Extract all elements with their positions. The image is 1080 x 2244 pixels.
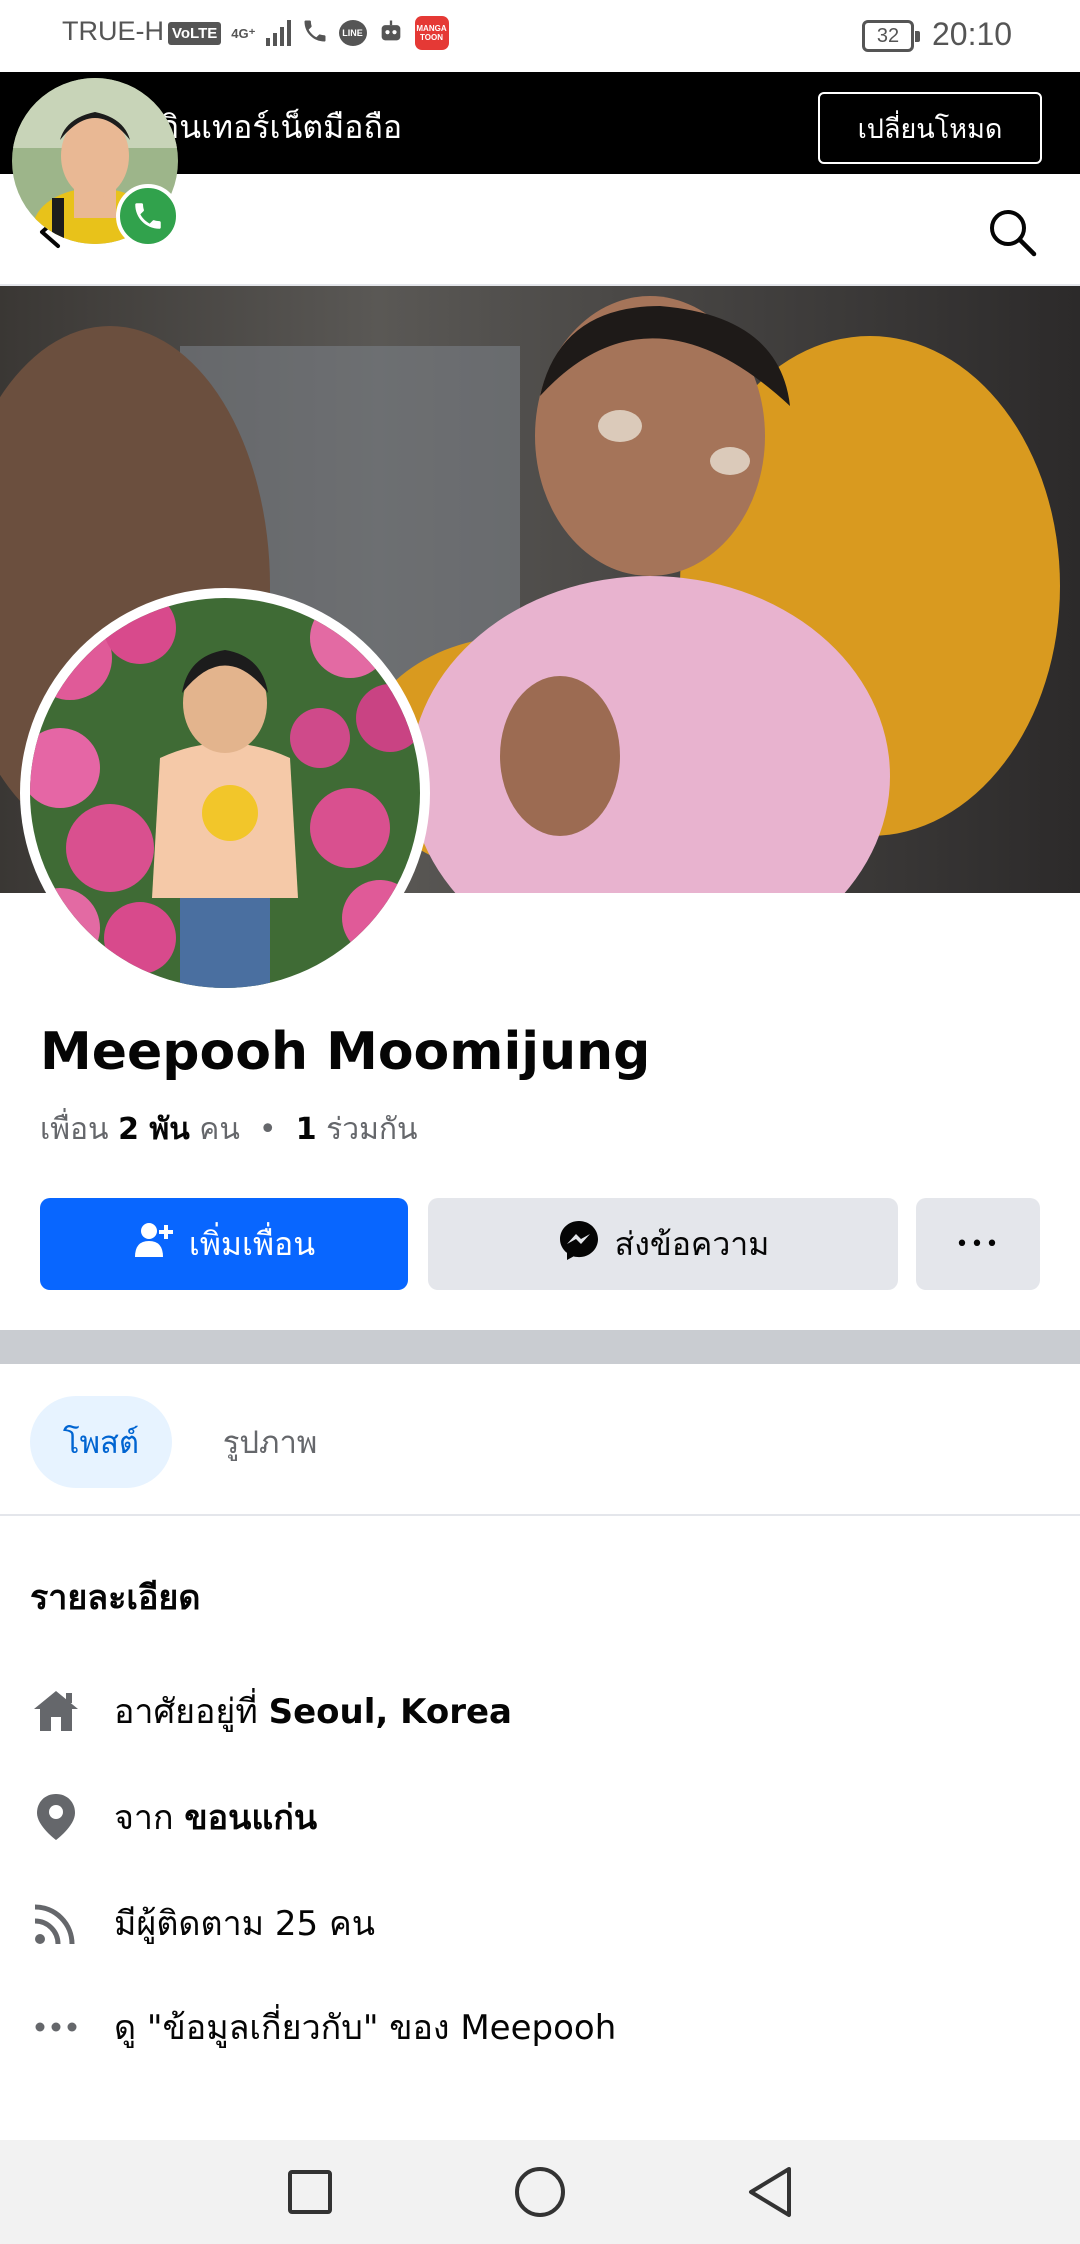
robot-app-icon bbox=[377, 17, 405, 49]
volte-icon: VoLTE bbox=[168, 21, 222, 45]
mangatoon-app-icon: MANGA TOON bbox=[414, 16, 449, 50]
add-friend-label: เพิ่มเพื่อน bbox=[188, 1224, 316, 1263]
wifi-call-icon bbox=[301, 17, 329, 49]
status-icons: VoLTE 4G⁺ LINE MANGA TOON bbox=[168, 16, 449, 50]
detail-lives-in: อาศัยอยู่ที่ Seoul, Korea bbox=[30, 1676, 1050, 1746]
details-heading: รายละเอียด bbox=[30, 1578, 201, 1618]
add-friend-button[interactable]: เพิ่มเพื่อน bbox=[40, 1198, 408, 1290]
home-circle-icon[interactable] bbox=[510, 2162, 570, 2222]
switch-mode-button[interactable]: เปลี่ยนโหมด bbox=[818, 92, 1042, 164]
clock: 20:10 bbox=[932, 16, 1013, 52]
message-label: ส่งข้อความ bbox=[614, 1224, 770, 1263]
rss-feed-icon bbox=[30, 1897, 82, 1949]
followers-text: มีผู้ติดตาม 25 คน bbox=[114, 1904, 375, 1944]
battery-icon: 32 bbox=[862, 20, 920, 52]
friends-count: 2 พัน bbox=[118, 1112, 190, 1147]
banner-text: อินเทอร์เน็ตมือถือ bbox=[160, 108, 403, 146]
battery-level: 32 bbox=[876, 24, 900, 47]
profile-picture[interactable] bbox=[20, 588, 430, 998]
line-app-icon: LINE bbox=[338, 20, 367, 46]
person-add-icon bbox=[133, 1219, 175, 1269]
more-options-button[interactable]: ••• bbox=[916, 1198, 1040, 1290]
messenger-icon bbox=[557, 1218, 601, 1270]
mutual-count: 1 bbox=[295, 1112, 317, 1147]
tab-posts[interactable]: โพสต์ bbox=[30, 1396, 172, 1488]
friends-prefix: เพื่อน bbox=[40, 1112, 109, 1147]
network-type-label: 4G⁺ bbox=[231, 25, 256, 41]
detail-from: จาก ขอนแก่น bbox=[30, 1782, 1050, 1852]
section-divider bbox=[0, 1330, 1080, 1364]
signal-icon bbox=[265, 20, 291, 46]
home-icon bbox=[30, 1685, 82, 1737]
carrier-label: TRUE-H bbox=[62, 16, 164, 46]
system-nav-bar bbox=[0, 2140, 1080, 2244]
tab-photos[interactable]: รูปภาพ bbox=[190, 1396, 350, 1488]
separator-dot: • bbox=[249, 1112, 287, 1147]
detail-followers[interactable]: มีผู้ติดตาม 25 คน bbox=[30, 1888, 1050, 1958]
lives-in-prefix: อาศัยอยู่ที่ bbox=[114, 1692, 258, 1732]
mutual-label: ร่วมกัน bbox=[326, 1112, 418, 1147]
search-icon[interactable] bbox=[984, 204, 1040, 260]
friends-count-line[interactable]: เพื่อน 2 พัน คน • 1 ร่วมกัน bbox=[40, 1106, 418, 1153]
phone-icon[interactable] bbox=[116, 184, 180, 248]
more-dots-icon: ••• bbox=[955, 1231, 1001, 1257]
location-pin-icon bbox=[30, 1791, 82, 1843]
about-link-text: ดู "ข้อมูลเกี่ยวกับ" ของ Meepooh bbox=[114, 2008, 617, 2048]
profile-name: Meepooh Moomijung bbox=[40, 1022, 651, 1082]
back-triangle-icon[interactable] bbox=[740, 2162, 800, 2222]
recents-square-icon[interactable] bbox=[280, 2162, 340, 2222]
more-dots-icon bbox=[30, 2001, 82, 2053]
friends-unit: คน bbox=[199, 1112, 240, 1147]
from-value[interactable]: ขอนแก่น bbox=[184, 1798, 317, 1838]
status-bar: TRUE-H VoLTE 4G⁺ LINE MANGA TOON 32 20:1… bbox=[0, 0, 1080, 72]
from-prefix: จาก bbox=[114, 1798, 174, 1838]
message-button[interactable]: ส่งข้อความ bbox=[428, 1198, 898, 1290]
lives-in-value[interactable]: Seoul, Korea bbox=[269, 1692, 512, 1732]
tabs-divider bbox=[0, 1514, 1080, 1516]
detail-about[interactable]: ดู "ข้อมูลเกี่ยวกับ" ของ Meepooh bbox=[30, 1992, 1050, 2062]
